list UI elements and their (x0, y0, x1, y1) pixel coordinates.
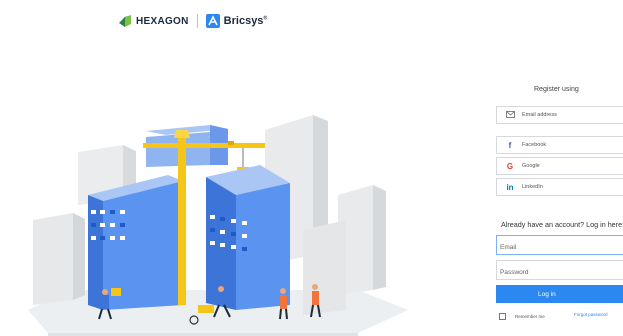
background-building (303, 220, 346, 315)
brand-divider (196, 14, 198, 28)
provider-label: LinkedIn (522, 184, 543, 190)
register-email-button[interactable]: Email address (496, 106, 623, 124)
brand-header: HEXAGON Bricsys® (118, 10, 267, 32)
hexagon-logo-icon (119, 15, 131, 27)
remember-me-label: Remember me (515, 314, 545, 319)
email-input[interactable] (497, 238, 620, 257)
facebook-icon: f (508, 140, 512, 150)
provider-label: Google (522, 163, 540, 169)
remember-me-checkbox[interactable] (499, 313, 506, 320)
register-title: Register using (534, 86, 579, 93)
forgot-password-link[interactable]: Forgot password (574, 312, 608, 317)
bricsys-wordmark: Bricsys® (223, 15, 268, 27)
hexagon-wordmark: HEXAGON (136, 15, 189, 27)
provider-label: Facebook (522, 142, 547, 148)
password-field-wrapper (496, 260, 623, 282)
login-prompt: Already have an account? Log in here: (501, 220, 623, 229)
linkedin-icon: in (506, 182, 514, 192)
bricsys-logo-icon (205, 14, 220, 28)
google-icon: G (506, 161, 514, 171)
provider-label: Email address (522, 112, 557, 118)
register-facebook-button[interactable]: f Facebook (496, 136, 623, 154)
remember-me-row: Remember me (499, 313, 545, 320)
register-google-button[interactable]: G Google (496, 157, 623, 175)
email-field-wrapper (496, 235, 623, 257)
password-input[interactable] (497, 263, 620, 282)
login-button[interactable]: Log in (496, 285, 623, 303)
mail-icon (503, 110, 517, 120)
blue-building-left (88, 175, 183, 310)
register-linkedin-button[interactable]: in LinkedIn (496, 178, 623, 196)
construction-illustration (28, 115, 408, 336)
background-building (33, 213, 85, 305)
